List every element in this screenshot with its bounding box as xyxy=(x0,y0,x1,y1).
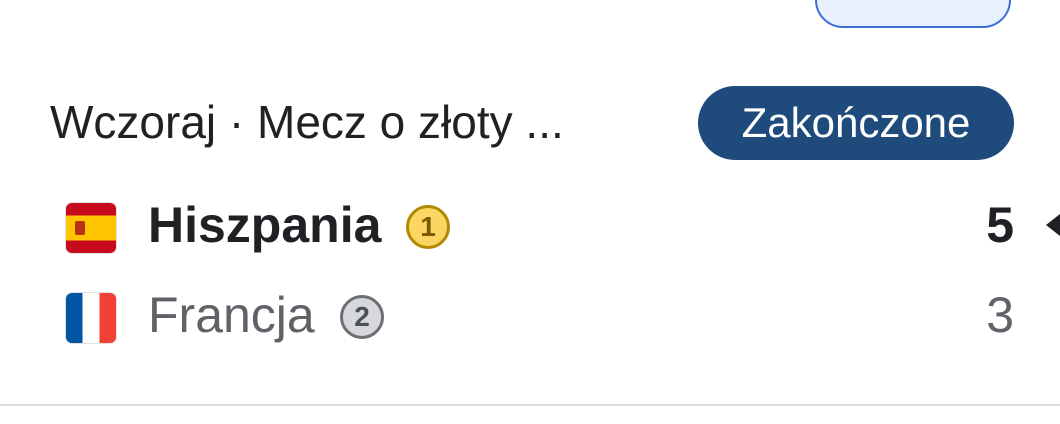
coat-of-arms-icon xyxy=(75,221,85,235)
team-name: Francja xyxy=(148,287,315,343)
team-name: Hiszpania xyxy=(148,197,382,253)
match-header: Wczoraj · Mecz o złoty ... xyxy=(50,96,564,148)
team-row-spain[interactable]: Hiszpania 1 5 xyxy=(0,190,1060,260)
team-row-france[interactable]: Francja 2 3 xyxy=(0,280,1060,350)
match-card[interactable]: Wczoraj · Mecz o złoty ... Zakończone Hi… xyxy=(0,0,1060,424)
france-flag-icon xyxy=(66,293,116,343)
team-score: 5 xyxy=(986,197,1014,253)
team-score: 3 xyxy=(986,287,1014,343)
spain-flag-icon xyxy=(66,203,116,253)
filter-chip[interactable] xyxy=(815,0,1011,28)
winner-arrow-icon xyxy=(1046,214,1060,236)
rank-badge: 1 xyxy=(406,205,450,249)
status-badge: Zakończone xyxy=(698,86,1014,160)
divider xyxy=(0,404,1060,406)
rank-badge: 2 xyxy=(340,295,384,339)
